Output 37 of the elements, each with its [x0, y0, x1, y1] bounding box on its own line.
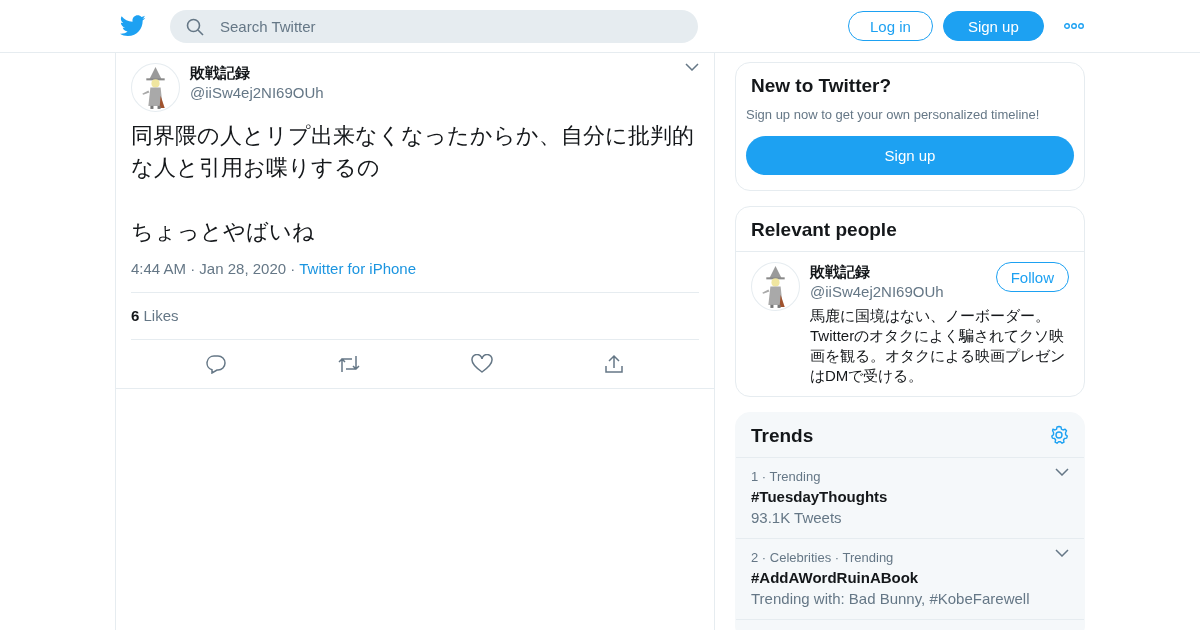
- card-title: New to Twitter?: [750, 74, 893, 98]
- card-title: Relevant people: [750, 218, 898, 242]
- signup-button[interactable]: Sign up: [942, 11, 1044, 41]
- person-name[interactable]: 敗戦記録: [810, 262, 996, 282]
- share-icon[interactable]: [603, 354, 624, 374]
- avatar-icon[interactable]: [131, 63, 180, 112]
- tweet-text: 同界隈の人とリプ出来なくなったからか、自分に批判的な人と引用お喋りするの ちょっとやばいね: [131, 122, 695, 246]
- card-title: Trends: [750, 424, 815, 448]
- more-icon[interactable]: [1063, 23, 1084, 29]
- avatar-icon[interactable]: [751, 262, 800, 311]
- tweet-timestamp: 4:44 AM · Jan 28, 2020 ·: [131, 260, 296, 277]
- reply-icon[interactable]: [206, 354, 227, 374]
- chevron-icon[interactable]: [1055, 549, 1069, 557]
- person-bio: 馬鹿に国境はない、ノーボーダー。Twitterのオタクによく騙されてクソ映画を観る。オタクによる映画プレゼンはDMで受ける。: [810, 306, 1066, 386]
- chevron-icon[interactable]: [1055, 468, 1069, 476]
- author-name[interactable]: 敗戦記録: [190, 63, 685, 83]
- settings-icon[interactable]: [1049, 425, 1069, 445]
- bird-logo-icon[interactable]: [120, 15, 146, 37]
- person-handle[interactable]: @iiSw4ej2NI69OUh: [810, 282, 996, 302]
- trend-meta: 1 · Trending: [751, 468, 822, 486]
- source-link[interactable]: Twitter for iPhone: [299, 260, 416, 277]
- follow-button[interactable]: Follow: [995, 262, 1069, 292]
- chevron-icon[interactable]: [685, 63, 699, 71]
- signup-button[interactable]: Sign up: [746, 136, 1074, 175]
- trend-meta: 2 · Celebrities · Trending: [751, 549, 895, 567]
- heart-icon[interactable]: [471, 354, 494, 374]
- trend-hashtag[interactable]: #AddAWordRuinABook: [751, 567, 1030, 589]
- retweet-icon[interactable]: [336, 354, 361, 374]
- login-button[interactable]: Log in: [848, 11, 933, 41]
- trend-detail: 93.1K Tweets: [751, 508, 843, 528]
- search-icon: [186, 17, 204, 36]
- author-handle[interactable]: @iiSw4ej2NI69OUh: [190, 83, 685, 103]
- card-text: Sign up now to get your own personalized timeline!: [745, 107, 1041, 124]
- search-field[interactable]: Search Twitter: [170, 9, 698, 43]
- likes-count[interactable]: 6 Likes: [131, 292, 699, 340]
- trend-detail: Trending with: Bad Bunny, #KobeFarewell: [751, 589, 1030, 609]
- trend-hashtag[interactable]: #TuesdayThoughts: [751, 486, 888, 508]
